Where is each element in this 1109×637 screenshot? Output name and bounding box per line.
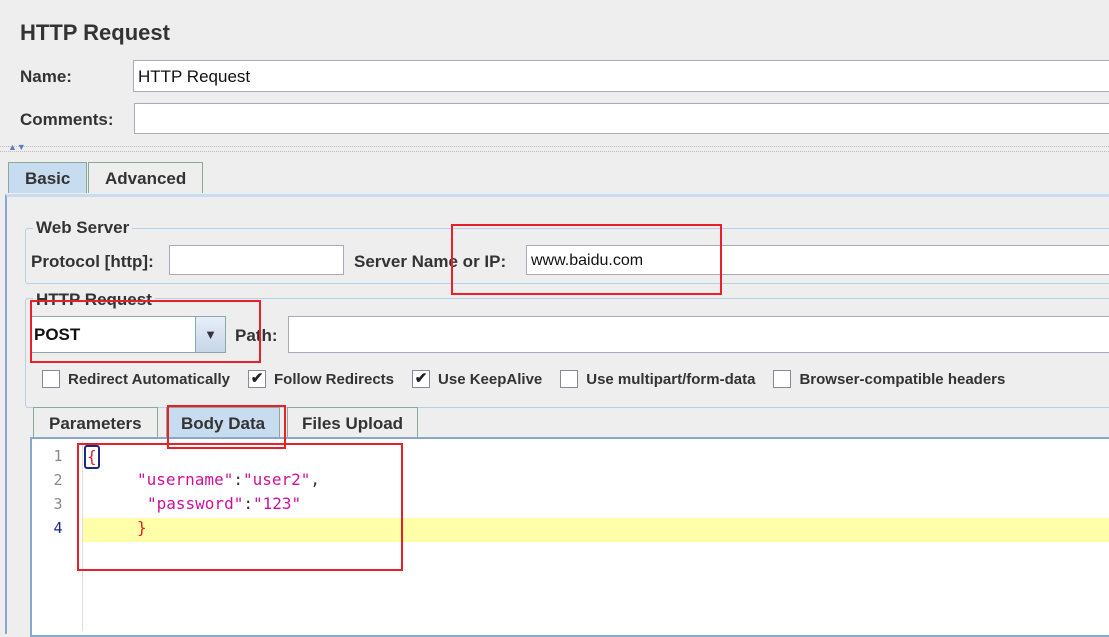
- check-icon[interactable]: ✔: [412, 370, 431, 388]
- tab-basic[interactable]: Basic: [8, 162, 88, 193]
- tab-files-upload[interactable]: Files Upload: [287, 407, 419, 438]
- protocol-label: Protocol [http]:: [31, 252, 154, 271]
- checkbox-label: Redirect Automatically: [68, 370, 230, 388]
- path-input[interactable]: [288, 316, 1109, 353]
- checkbox-redirect-automatically[interactable]: Redirect Automatically: [42, 370, 230, 388]
- line-number: 4: [53, 519, 63, 537]
- name-label: Name:: [20, 67, 72, 86]
- annotation-box-server: [451, 224, 722, 295]
- checkbox-multipart[interactable]: Use multipart/form-data: [560, 370, 755, 388]
- checkbox-browser-compatible[interactable]: Browser-compatible headers: [773, 370, 1005, 388]
- checkbox-use-keepalive[interactable]: ✔ Use KeepAlive: [412, 370, 542, 388]
- splitter[interactable]: [0, 146, 1109, 152]
- page-title: HTTP Request: [20, 20, 170, 45]
- checkbox-follow-redirects[interactable]: ✔ Follow Redirects: [248, 370, 394, 388]
- comments-input[interactable]: [134, 103, 1109, 134]
- options-checkboxes: Redirect Automatically ✔ Follow Redirects…: [42, 370, 1023, 388]
- tab-parameters[interactable]: Parameters: [33, 407, 158, 438]
- name-input[interactable]: HTTP Request: [133, 60, 1109, 92]
- line-number: 2: [53, 471, 63, 489]
- tab-advanced[interactable]: Advanced: [88, 162, 204, 193]
- annotation-box-body: [77, 443, 403, 571]
- checkbox-box[interactable]: [773, 370, 792, 388]
- collapse-arrows-icon[interactable]: ▲▼: [8, 142, 26, 152]
- checkbox-label: Use KeepAlive: [438, 370, 543, 388]
- check-icon[interactable]: ✔: [248, 370, 266, 388]
- line-number: 1: [53, 447, 63, 465]
- checkbox-label: Follow Redirects: [274, 370, 395, 388]
- checkbox-box[interactable]: [560, 370, 579, 388]
- checkbox-label: Browser-compatible headers: [799, 370, 1006, 388]
- line-number: 3: [53, 495, 63, 513]
- checkbox-box[interactable]: [42, 370, 60, 388]
- protocol-input[interactable]: [169, 245, 344, 275]
- web-server-legend: Web Server: [33, 218, 133, 238]
- comments-label: Comments:: [20, 110, 114, 129]
- checkbox-label: Use multipart/form-data: [586, 370, 756, 388]
- annotation-box-method: [30, 300, 261, 363]
